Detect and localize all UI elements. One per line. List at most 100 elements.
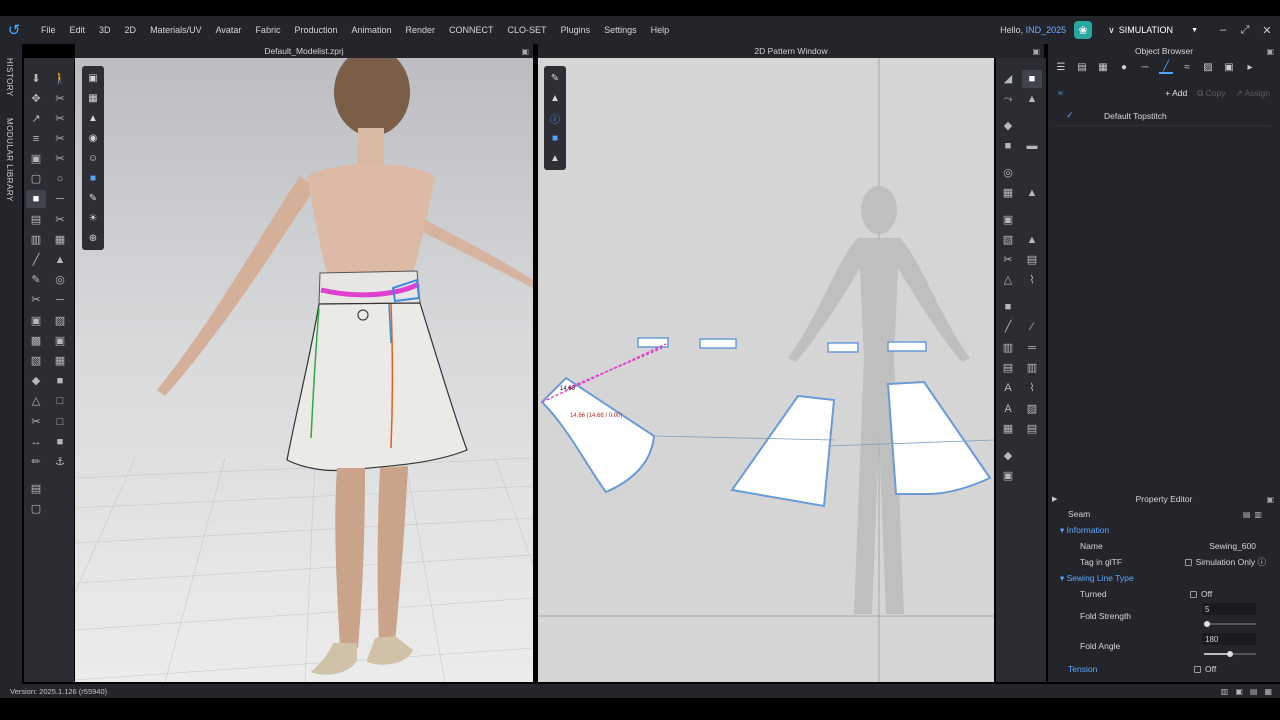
waistband-piece-2[interactable] <box>699 338 737 349</box>
edit-curve-icon[interactable]: ⤳ <box>998 90 1018 108</box>
topstitch-tab-icon[interactable]: ╱ <box>1159 61 1173 74</box>
pattern-display-icon[interactable]: ■ <box>82 168 104 188</box>
blank-tool[interactable] <box>50 473 70 491</box>
pattern-back[interactable] <box>886 380 992 495</box>
shirt-fold-icon[interactable]: ▲ <box>1022 231 1042 249</box>
2d-pattern-window[interactable]: 14.66 14.66 (14.66 / 0.00) ✎ ▲ ⓘ ■ ▲ <box>538 58 994 682</box>
modular-library-tab[interactable]: MODULAR LIBRARY <box>5 118 14 202</box>
line-sew-icon[interactable]: ═ <box>1022 339 1042 357</box>
print-icon[interactable]: ▣ <box>26 311 46 329</box>
garment-display-icon[interactable]: ▲ <box>82 108 104 128</box>
blank-2d-1[interactable] <box>1022 110 1042 128</box>
edit-pattern-icon[interactable]: ↗ <box>26 109 46 127</box>
garment-fit-icon[interactable]: ▢ <box>26 170 46 188</box>
fabric-tab-icon[interactable]: ▦ <box>1096 62 1110 73</box>
grain-icon[interactable]: ■ <box>998 298 1018 316</box>
more-tab-icon[interactable]: ▸ <box>1243 62 1257 73</box>
segment-sew-icon[interactable]: ▥ <box>998 338 1018 356</box>
trim-display-icon[interactable]: ◉ <box>82 128 104 148</box>
help-icon[interactable]: ⓘ <box>1257 557 1266 567</box>
minimize-icon[interactable]: – <box>1216 24 1230 36</box>
folder-icons[interactable]: ▤▥ <box>1243 510 1266 519</box>
waistband-piece-3[interactable] <box>827 342 859 353</box>
notch-icon[interactable]: △ <box>998 271 1018 289</box>
3d-garment-icon[interactable]: ■ <box>26 190 46 208</box>
layer-2d-icon[interactable]: ▤ <box>1022 251 1042 269</box>
ruler-icon[interactable]: ↔ <box>26 433 46 451</box>
name-value[interactable]: Sewing_600 <box>1209 541 1256 551</box>
collapse-arrow-icon[interactable]: ▶ <box>1052 495 1057 503</box>
menu-connect[interactable]: CONNECT <box>442 25 501 35</box>
table-icon[interactable]: ▤ <box>1022 420 1042 438</box>
fold-angle-slider[interactable] <box>1204 651 1256 657</box>
globe-icon[interactable]: ⊕ <box>82 228 104 248</box>
restore-icon[interactable]: ⤢ <box>1238 24 1252 37</box>
menu-clo-set[interactable]: CLO-SET <box>501 25 554 35</box>
line-tool-icon[interactable]: ╱ <box>26 250 46 268</box>
fold-angle-knob[interactable] <box>1227 651 1233 657</box>
free-sew-icon[interactable]: ▤ <box>998 359 1018 377</box>
light-display-icon[interactable]: ☀ <box>82 208 104 228</box>
3d-viewport[interactable]: ▣ ▦ ▲ ◉ ☺ ■ ✎ ☀ ⊕ <box>75 58 533 682</box>
text-icon[interactable]: A <box>998 379 1018 397</box>
piping-icon[interactable]: ─ <box>50 291 70 309</box>
menu-animation[interactable]: Animation <box>344 25 398 35</box>
layout-split-icon[interactable]: ▤ <box>1250 687 1258 696</box>
layer-icon[interactable]: ▢ <box>26 499 46 517</box>
mode-dropdown[interactable]: ∨ SIMULATION ▼ <box>1108 25 1198 36</box>
trace-icon[interactable]: ▦ <box>50 351 70 369</box>
transform-icon[interactable]: ✥ <box>26 89 46 107</box>
trace-2d-icon[interactable]: ▧ <box>998 230 1018 248</box>
graphic-icon[interactable]: ▣ <box>50 331 70 349</box>
dart-icon[interactable]: ▦ <box>998 183 1018 201</box>
fold-strength-input[interactable]: 5 <box>1202 603 1256 615</box>
blank-2d-3[interactable] <box>1022 204 1042 222</box>
texture-display-icon[interactable]: ▦ <box>82 88 104 108</box>
bond-icon[interactable]: ▤ <box>26 210 46 228</box>
hanger-icon[interactable]: △ <box>26 392 46 410</box>
copy-button[interactable]: ⧉ Copy <box>1197 88 1225 99</box>
layout-3d-icon[interactable]: ▣ <box>1235 687 1243 696</box>
stitch-2d-icon[interactable]: ∕ <box>1022 318 1042 336</box>
iron-icon[interactable]: ▬ <box>1022 137 1042 155</box>
display-cube-icon[interactable]: ▣ <box>82 68 104 88</box>
trim-icon[interactable]: ✂ <box>50 210 70 228</box>
fabric-icon[interactable]: ◆ <box>26 371 46 389</box>
fold-strength-knob[interactable] <box>1203 621 1210 627</box>
tuck-icon[interactable]: ✂ <box>50 109 70 127</box>
puckering-2d-icon[interactable]: ▨ <box>1022 399 1042 417</box>
measure-icon[interactable]: ─ <box>50 190 70 208</box>
simulation-only-checkbox[interactable]: Simulation Only ⓘ <box>1184 556 1266 568</box>
pattern-front[interactable] <box>730 394 836 508</box>
topstitch-icon[interactable]: ✂ <box>26 291 46 309</box>
layout-grid-icon[interactable]: ▦ <box>1264 687 1272 696</box>
trim-tab-icon[interactable]: ▣ <box>1222 62 1236 73</box>
seam-allowance-icon[interactable]: ╱ <box>998 318 1018 336</box>
puckering-icon[interactable]: ▨ <box>50 311 70 329</box>
info-icon[interactable]: ⓘ <box>544 108 566 128</box>
blank-2d-2[interactable] <box>1022 157 1042 175</box>
transform-2d-icon[interactable]: ■ <box>1022 69 1042 88</box>
arrangement-icon[interactable]: □ <box>50 392 70 410</box>
dock-pe-icon[interactable]: ▣ <box>1266 495 1274 504</box>
blank-2d-4[interactable] <box>1022 291 1042 309</box>
brush-icon[interactable]: ✎ <box>26 271 46 289</box>
clo-logo-icon[interactable]: ↺ <box>0 16 28 44</box>
texture-icon[interactable]: ▩ <box>26 331 46 349</box>
pen-2d-icon[interactable]: ✎ <box>544 68 566 88</box>
scissors-icon[interactable]: ✂ <box>26 412 46 430</box>
avatar-measure-icon[interactable]: ▥ <box>26 230 46 248</box>
zigzag-icon[interactable]: ⌇ <box>1022 271 1042 289</box>
zipper-icon[interactable]: ▤ <box>26 479 46 497</box>
layers-tab-icon[interactable]: ▤ <box>1075 62 1089 73</box>
sewing-line-type-section[interactable]: ▾ Sewing Line Type <box>1048 570 1280 586</box>
grid-icon[interactable]: ▦ <box>998 420 1018 438</box>
wrinkle-icon[interactable]: ▧ <box>26 351 46 369</box>
layout-2d-icon[interactable]: ▥ <box>1221 687 1229 696</box>
menu-plugins[interactable]: Plugins <box>554 25 598 35</box>
fabric-2d-icon[interactable]: ◆ <box>998 446 1018 464</box>
button-icon[interactable]: ○ <box>50 170 70 188</box>
menu-3d[interactable]: 3D <box>92 25 118 35</box>
puckering-tab-icon[interactable]: ▨ <box>1201 62 1215 73</box>
shirt-2d-tool-icon[interactable]: ▲ <box>1022 90 1042 108</box>
